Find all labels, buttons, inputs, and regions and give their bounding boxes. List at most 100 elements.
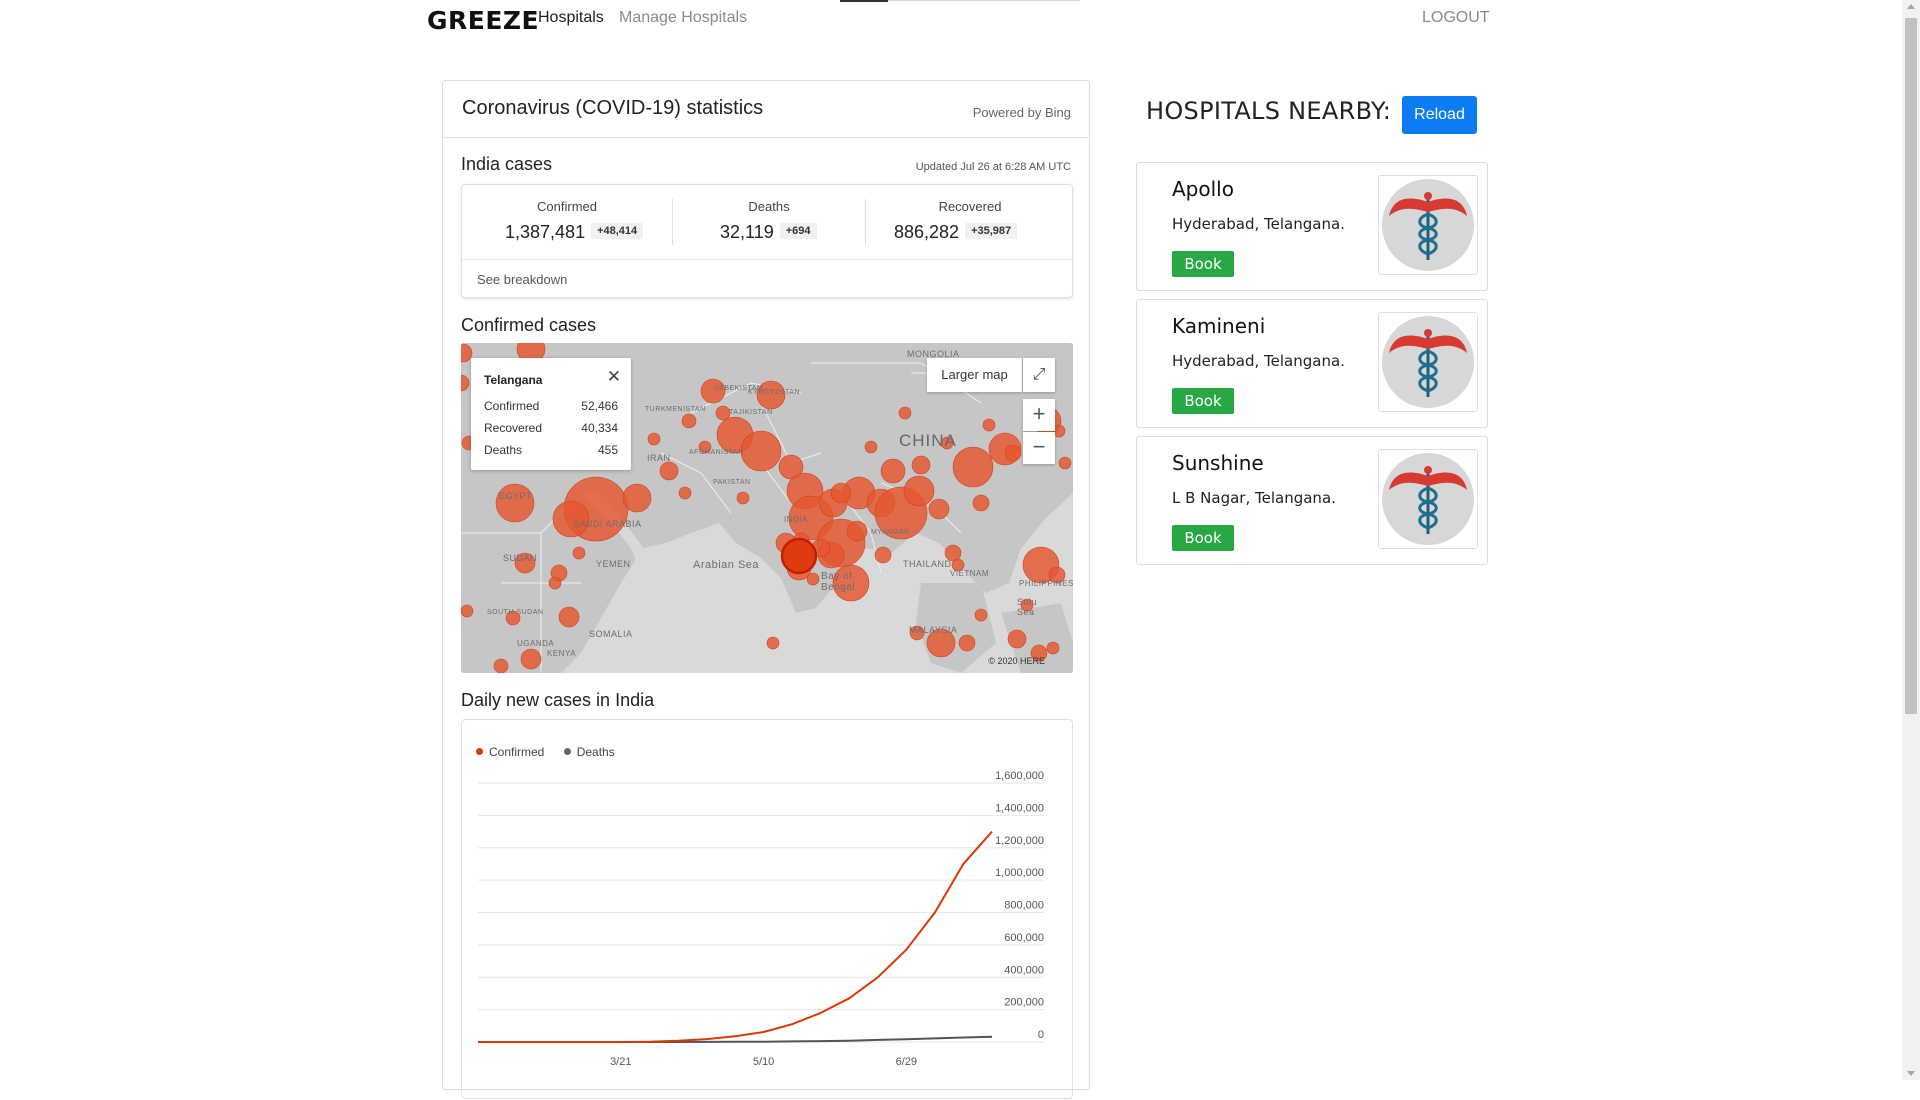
scroll-up-arrow-icon[interactable]	[1907, 4, 1915, 9]
widget-title: Coronavirus (COVID-19) statistics	[462, 97, 764, 119]
nav-link-manage-hospitals[interactable]: Manage Hospitals	[619, 9, 747, 27]
case-bubble	[911, 455, 931, 475]
case-bubble	[520, 648, 542, 670]
case-bubble	[806, 572, 820, 586]
stat-value: 1,387,481 +48,414	[505, 222, 644, 243]
updated-timestamp: Updated Jul 26 at 6:28 AM UTC	[915, 161, 1071, 173]
map-label: THAILAND	[903, 559, 952, 569]
y-tick-label: 1,400,000	[995, 802, 1044, 814]
book-button[interactable]: Book	[1172, 251, 1234, 277]
stat-number: 1,387,481	[505, 222, 586, 242]
case-bubble	[880, 458, 906, 484]
scroll-thumb[interactable]	[1905, 18, 1917, 714]
stats-card: Confirmed 1,387,481 +48,414 Deaths 32,119…	[461, 184, 1073, 298]
book-button[interactable]: Book	[1172, 525, 1234, 551]
tooltip-key: Recovered	[484, 421, 543, 435]
map-label: PHILIPPINES	[1019, 579, 1073, 588]
hospital-address: L B Nagar, Telangana.	[1172, 489, 1336, 507]
case-bubble	[681, 413, 697, 429]
scroll-down-arrow-icon[interactable]	[1907, 1071, 1915, 1076]
breakdown-row[interactable]: See breakdown	[462, 259, 1072, 299]
map-label: VIETNAM	[950, 569, 990, 578]
case-bubble	[958, 634, 976, 652]
case-bubble	[740, 430, 782, 472]
y-tick-label: 600,000	[1004, 932, 1044, 944]
navbar: GREEZE Hospitals Manage Hospitals LOGOUT	[0, 0, 1902, 40]
map-label: IRAN	[647, 453, 671, 463]
india-cases-heading: India cases	[461, 154, 553, 174]
case-bubble	[678, 486, 692, 500]
page-scrollbar[interactable]	[1902, 0, 1920, 1080]
map-label: Sulu Sea	[1017, 597, 1038, 617]
hospital-address: Hyderabad, Telangana.	[1172, 215, 1345, 233]
expand-icon[interactable]: ⤢	[1023, 358, 1055, 392]
case-bubble	[1004, 444, 1022, 462]
x-tick-label: 6/29	[896, 1056, 917, 1068]
stat-delta: +694	[779, 223, 817, 240]
case-bubble	[864, 440, 878, 454]
stat-number: 886,282	[894, 222, 960, 242]
case-bubble	[548, 576, 562, 590]
book-button[interactable]: Book	[1172, 388, 1234, 414]
stat-deaths: Deaths 32,119 +694	[673, 185, 865, 259]
zoom-out-button[interactable]: −	[1023, 432, 1055, 464]
hospital-card: Apollo Hyderabad, Telangana. Book	[1136, 162, 1488, 291]
case-bubble	[982, 418, 996, 432]
tooltip-key: Deaths	[484, 443, 523, 457]
case-bubble	[846, 520, 868, 542]
hospital-name: Kamineni	[1172, 314, 1266, 338]
map-copyright: © 2020 HERE	[988, 656, 1045, 666]
map-label: CHINA	[899, 431, 957, 450]
y-tick-label: 800,000	[1004, 900, 1044, 912]
caduceus-icon	[1378, 449, 1478, 549]
hospital-address: Hyderabad, Telangana.	[1172, 352, 1345, 370]
map-label: KENYA	[547, 649, 577, 658]
tab-indicator	[840, 0, 888, 2]
cases-map[interactable]: MONGOLIA CHINA EGYPT SAUDI ARABIA SUDAN …	[461, 343, 1073, 673]
tooltip-value: 455	[597, 443, 618, 457]
see-breakdown-link[interactable]: See breakdown	[477, 272, 567, 287]
brand-logo[interactable]: GREEZE	[427, 6, 539, 35]
y-tick-label: 1,200,000	[995, 835, 1044, 847]
selected-case-bubble	[780, 537, 818, 575]
case-bubble	[874, 546, 892, 564]
larger-map-button[interactable]: Larger map	[927, 358, 1022, 392]
case-bubble	[558, 606, 580, 628]
case-bubble	[715, 405, 731, 421]
close-icon[interactable]: ✕	[607, 367, 621, 387]
confirmed-cases-heading: Confirmed cases	[461, 315, 597, 335]
map-label: PAKISTAN	[713, 479, 751, 486]
stat-confirmed: Confirmed 1,387,481 +48,414	[462, 185, 672, 259]
map-tooltip: Telangana ✕ Confirmed 52,466 Recovered 40,…	[471, 358, 631, 470]
case-bubble	[1007, 629, 1027, 649]
tooltip-key: Confirmed	[484, 399, 540, 413]
y-tick-label: 400,000	[1004, 964, 1044, 976]
x-tick-label: 3/21	[610, 1056, 631, 1068]
case-bubble	[1058, 456, 1072, 470]
covid-stats-widget: Coronavirus (COVID-19) statistics Powere…	[442, 80, 1090, 1099]
map-label: SOMALIA	[589, 629, 633, 639]
powered-by-link[interactable]: Powered by Bing	[973, 105, 1071, 120]
map-label: Arabian Sea	[693, 559, 760, 571]
stat-value: 886,282 +35,987	[894, 222, 1018, 243]
reload-button[interactable]: Reload	[1402, 96, 1477, 134]
nav-link-hospitals[interactable]: Hospitals	[538, 9, 604, 27]
map-label: UGANDA	[517, 639, 555, 648]
logo-top	[1424, 329, 1432, 337]
stat-delta: +48,414	[591, 223, 644, 240]
y-tick-label: 0	[1038, 1029, 1044, 1041]
x-tick-label: 5/10	[753, 1056, 774, 1068]
case-bubble	[972, 494, 990, 512]
case-bubble	[898, 406, 912, 420]
logo-top	[1424, 192, 1432, 200]
stat-label: Recovered	[938, 199, 1002, 214]
map-label: SOUTH SUDAN	[487, 609, 544, 616]
hospital-card: Kamineni Hyderabad, Telangana. Book	[1136, 299, 1488, 428]
case-bubble	[647, 432, 661, 446]
map-label: SAUDI ARABIA	[573, 519, 642, 529]
tooltip-value: 52,466	[581, 399, 618, 413]
y-tick-label: 1,000,000	[995, 867, 1044, 879]
stat-recovered: Recovered 886,282 +35,987	[866, 185, 1074, 259]
logout-link[interactable]: LOGOUT	[1422, 9, 1490, 27]
zoom-in-button[interactable]: +	[1023, 399, 1055, 431]
